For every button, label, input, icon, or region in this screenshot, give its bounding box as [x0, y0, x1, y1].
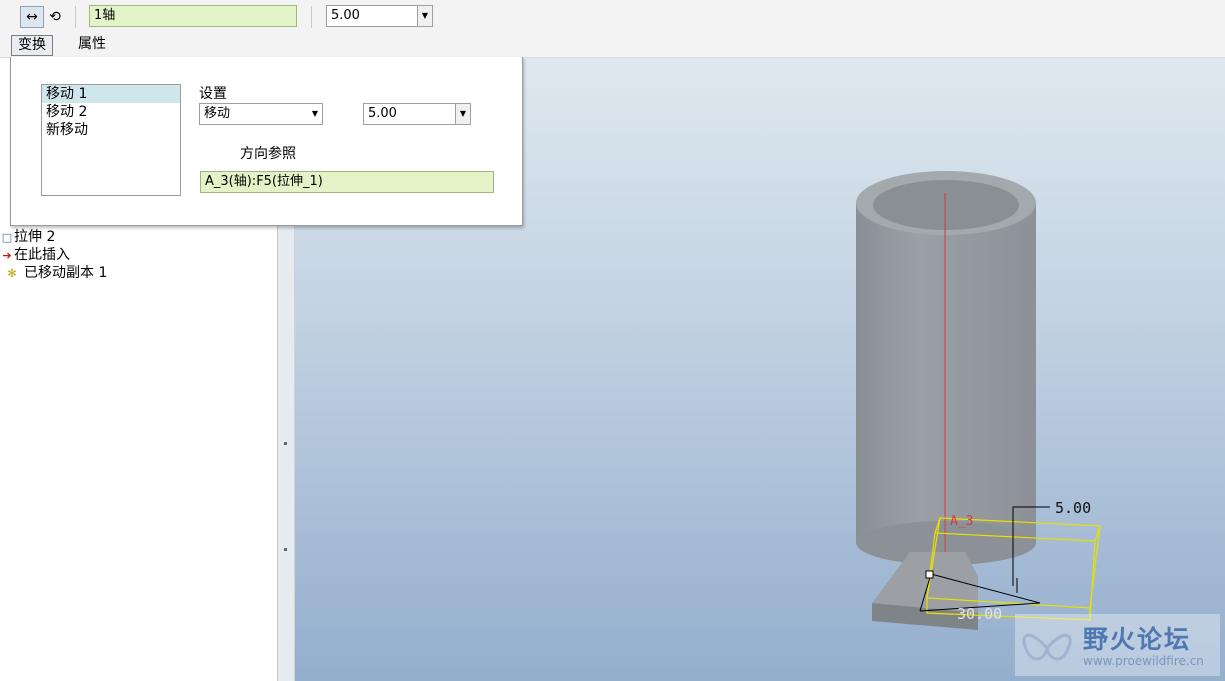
reference-collector-field[interactable]: 1轴 [89, 5, 297, 27]
watermark-title: 野火论坛 [1083, 625, 1192, 654]
watermark: 野火论坛 www.proewildfire.cn [1015, 614, 1220, 676]
cylinder-hole [873, 180, 1019, 230]
move-value: 5.00 [368, 106, 397, 121]
dimension-length[interactable]: 30.00 [957, 605, 1002, 623]
chevron-down-icon[interactable]: ▼ [417, 6, 432, 26]
chevron-down-icon[interactable]: ▼ [308, 104, 322, 124]
direction-ref-collector[interactable]: A_3(轴):F5(拉伸_1) [200, 171, 494, 193]
move-list[interactable]: 移动 1 移动 2 新移动 [41, 84, 181, 196]
grip-dot [284, 442, 287, 445]
tab-transform[interactable]: 变换 [11, 35, 53, 56]
drag-handle[interactable] [925, 570, 934, 579]
tab-bar [0, 33, 1225, 58]
distance-combo[interactable]: 5.00 ▼ [326, 5, 433, 27]
tree-item-label: 已移动副本 1 [24, 265, 108, 281]
translate-icon[interactable]: ↔ [20, 6, 44, 28]
settings-label: 设置 [199, 86, 227, 102]
dashboard-toolbar: ↔ ⟲ 1轴 5.00 ▼ [0, 0, 1225, 33]
tree-item-moved-copy[interactable]: ✻ 已移动副本 1 [0, 264, 107, 282]
moved-copy-icon: ✻ [7, 267, 17, 280]
toolbar-separator [311, 6, 312, 28]
move-type-select[interactable]: 移动 ▼ [199, 103, 323, 125]
rotate-icon[interactable]: ⟲ [43, 6, 67, 28]
list-item-move-2[interactable]: 移动 2 [42, 103, 180, 121]
tab-properties[interactable]: 属性 [72, 35, 112, 54]
distance-value: 5.00 [331, 8, 360, 23]
dimension-distance[interactable]: 5.00 [1055, 499, 1091, 517]
direction-ref-label: 方向参照 [240, 146, 296, 162]
chevron-down-icon[interactable]: ▼ [455, 104, 470, 124]
watermark-url: www.proewildfire.cn [1083, 654, 1204, 668]
tree-item-insert-here[interactable]: ➔ 在此插入 [0, 246, 70, 264]
move-value-combo[interactable]: 5.00 ▼ [363, 103, 471, 125]
arrow-right-icon: ➔ [2, 249, 12, 262]
butterfly-logo-icon [1022, 633, 1072, 661]
toolbar-separator [75, 6, 76, 28]
move-type-value: 移动 [204, 106, 231, 121]
extrude-icon: □ [1, 231, 13, 244]
cylinder-body[interactable] [856, 203, 1036, 543]
axis-label: A_3 [950, 514, 973, 529]
transform-panel: 移动 1 移动 2 新移动 设置 移动 ▼ 5.00 ▼ 方向参照 A_3(轴)… [10, 57, 523, 226]
list-item-new-move[interactable]: 新移动 [42, 121, 180, 139]
list-item-move-1[interactable]: 移动 1 [42, 85, 180, 103]
tree-item-label: 拉伸 2 [14, 229, 56, 245]
tree-item-label: 在此插入 [14, 247, 70, 263]
tree-item-extrude-2[interactable]: □ 拉伸 2 [0, 228, 56, 246]
grip-dot [284, 548, 287, 551]
